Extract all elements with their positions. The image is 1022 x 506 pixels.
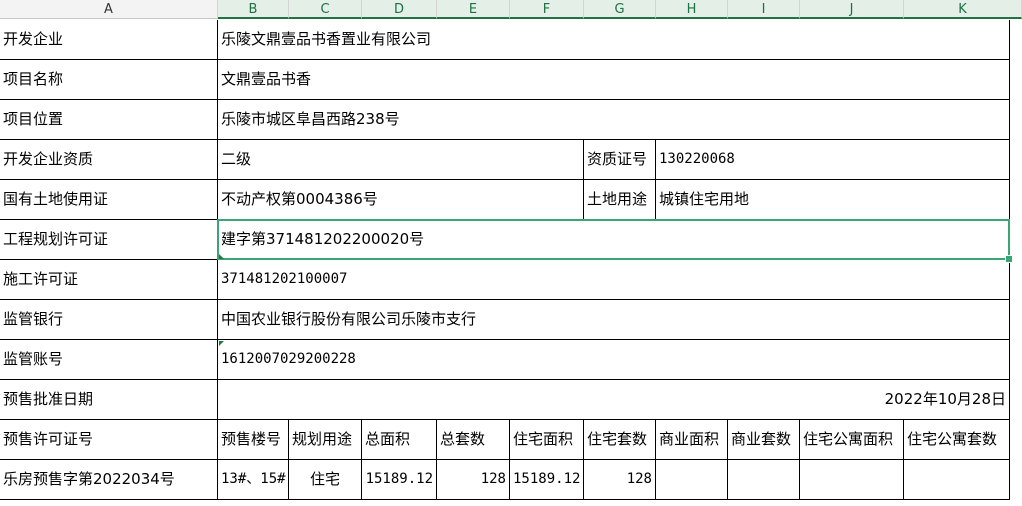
label-presale-date[interactable]: 预售批准日期: [0, 380, 218, 420]
column-header-e[interactable]: E: [437, 0, 510, 19]
value-planned-use[interactable]: 住宅: [289, 460, 362, 500]
value-total-area[interactable]: 15189.12: [362, 460, 437, 500]
header-total-area[interactable]: 总面积: [362, 420, 437, 460]
value-supervising-bank[interactable]: 中国农业银行股份有限公司乐陵市支行: [218, 300, 1010, 340]
value-presale-permit-no[interactable]: 乐房预售字第2022034号: [0, 460, 218, 500]
value-presale-date[interactable]: 2022年10月28日: [218, 380, 1010, 420]
value-supervising-account[interactable]: 1612007029200228: [218, 340, 1010, 380]
label-project-name[interactable]: 项目名称: [0, 60, 218, 100]
value-total-units[interactable]: 128: [437, 460, 510, 500]
comment-indicator-icon: [219, 341, 224, 346]
value-qualification-cert[interactable]: 130220068: [656, 140, 1010, 180]
label-land-certificate[interactable]: 国有土地使用证: [0, 180, 218, 220]
value-planning-permit[interactable]: 建字第371481202200020号: [218, 220, 1010, 260]
column-header-j[interactable]: J: [800, 0, 904, 19]
header-commercial-area[interactable]: 商业面积: [656, 420, 728, 460]
header-apartment-units[interactable]: 住宅公寓套数: [904, 420, 1010, 460]
label-developer-qualification[interactable]: 开发企业资质: [0, 140, 218, 180]
column-header-g[interactable]: G: [584, 0, 656, 19]
value-residential-area[interactable]: 15189.12: [510, 460, 584, 500]
cell-indicator-icon: [219, 254, 224, 259]
column-header-h[interactable]: H: [656, 0, 728, 19]
label-land-use[interactable]: 土地用途: [584, 180, 656, 220]
header-building-no[interactable]: 预售楼号: [218, 420, 289, 460]
value-construction-permit[interactable]: 371481202100007: [218, 260, 1010, 300]
value-apartment-area[interactable]: [800, 460, 904, 500]
value-project-location[interactable]: 乐陵市城区阜昌西路238号: [218, 100, 1010, 140]
value-land-certificate[interactable]: 不动产权第0004386号: [218, 180, 584, 220]
label-supervising-account[interactable]: 监管账号: [0, 340, 218, 380]
value-commercial-area[interactable]: [656, 460, 728, 500]
fill-handle[interactable]: [1005, 255, 1013, 263]
label-construction-permit[interactable]: 施工许可证: [0, 260, 218, 300]
label-developer[interactable]: 开发企业: [0, 20, 218, 60]
value-project-name[interactable]: 文鼎壹品书香: [218, 60, 1010, 100]
column-header-a[interactable]: A: [0, 0, 218, 19]
label-qualification-cert[interactable]: 资质证号: [584, 140, 656, 180]
spreadsheet[interactable]: A B C D E F G H I J K 开发企业 乐陵文鼎壹品书香置业有限公…: [0, 0, 1022, 506]
value-building-no[interactable]: 13#、15#: [218, 460, 289, 500]
header-commercial-units[interactable]: 商业套数: [728, 420, 800, 460]
column-header-i[interactable]: I: [728, 0, 800, 19]
header-apartment-area[interactable]: 住宅公寓面积: [800, 420, 904, 460]
header-residential-area[interactable]: 住宅面积: [510, 420, 584, 460]
value-developer-qualification[interactable]: 二级: [218, 140, 584, 180]
label-supervising-bank[interactable]: 监管银行: [0, 300, 218, 340]
column-header-c[interactable]: C: [289, 0, 362, 19]
value-commercial-units[interactable]: [728, 460, 800, 500]
header-residential-units[interactable]: 住宅套数: [584, 420, 656, 460]
column-header-d[interactable]: D: [362, 0, 437, 19]
header-total-units[interactable]: 总套数: [437, 420, 510, 460]
value-apartment-units[interactable]: [904, 460, 1010, 500]
header-planned-use[interactable]: 规划用途: [289, 420, 362, 460]
label-presale-permit-no[interactable]: 预售许可证号: [0, 420, 218, 460]
label-planning-permit[interactable]: 工程规划许可证: [0, 220, 218, 260]
value-developer[interactable]: 乐陵文鼎壹品书香置业有限公司: [218, 20, 1010, 60]
column-header-f[interactable]: F: [510, 0, 584, 19]
value-land-use[interactable]: 城镇住宅用地: [656, 180, 1010, 220]
column-header-b[interactable]: B: [218, 0, 289, 19]
column-header-k[interactable]: K: [904, 0, 1022, 19]
value-residential-units[interactable]: 128: [584, 460, 656, 500]
label-project-location[interactable]: 项目位置: [0, 100, 218, 140]
